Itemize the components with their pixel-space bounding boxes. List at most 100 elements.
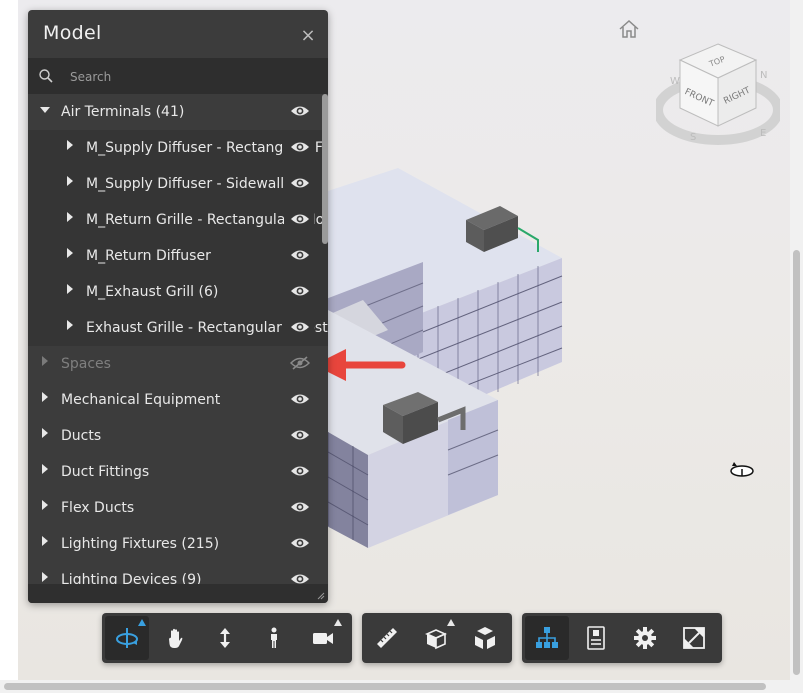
properties-button[interactable]	[574, 616, 618, 660]
tree-item-label: M_Return Diffuser	[86, 248, 211, 264]
eye-visible-icon[interactable]	[290, 248, 310, 262]
caret-right-icon[interactable]	[40, 490, 50, 526]
tree-child-item[interactable]: M_Exhaust Grill (6)	[28, 274, 328, 310]
caret-right-icon[interactable]	[40, 382, 50, 418]
caret-right-icon[interactable]	[40, 418, 50, 454]
orbit-button[interactable]	[105, 616, 149, 660]
model-browser-button[interactable]	[525, 616, 569, 660]
caret-right-icon[interactable]	[40, 526, 50, 562]
horizontal-scroll-thumb[interactable]	[4, 683, 766, 690]
model-browser-panel: Model × Air Terminals (41) M_Supply Diffu…	[28, 10, 328, 603]
tree-item-label: Ducts	[61, 428, 102, 444]
explode-cube-icon	[475, 627, 495, 649]
home-icon[interactable]	[618, 19, 640, 39]
fullscreen-button[interactable]	[672, 616, 716, 660]
eye-visible-icon[interactable]	[290, 284, 310, 298]
fullscreen-icon	[683, 627, 705, 649]
pan-button[interactable]	[154, 616, 198, 660]
eye-visible-icon[interactable]	[290, 320, 310, 334]
panel-header[interactable]: Model ×	[28, 10, 328, 58]
tree-item-label: M_Exhaust Grill (6)	[86, 284, 219, 300]
viewport-vertical-scrollbar[interactable]	[790, 0, 803, 680]
caret-right-icon[interactable]	[65, 130, 75, 166]
tree-child-item[interactable]: M_Return Grille - Rectangular - Hosted	[28, 202, 328, 238]
section-button[interactable]	[414, 616, 458, 660]
eye-visible-icon[interactable]	[290, 500, 310, 514]
camera-icon	[313, 633, 333, 644]
caret-right-icon[interactable]	[65, 310, 75, 346]
caret-right-icon[interactable]	[65, 274, 75, 310]
caret-right-icon[interactable]	[65, 166, 75, 202]
zoom-button[interactable]	[203, 616, 247, 660]
eye-visible-icon[interactable]	[290, 536, 310, 550]
tree-item-label: Flex Ducts	[61, 500, 135, 516]
tree-category-item[interactable]: Mechanical Equipment	[28, 382, 328, 418]
model-tools-toolbar	[362, 613, 512, 663]
caret-right-icon[interactable]	[65, 202, 75, 238]
panel-title: Model	[43, 22, 102, 44]
eye-visible-icon[interactable]	[290, 176, 310, 190]
caret-right-icon[interactable]	[40, 454, 50, 490]
tree-category-item[interactable]: Duct Fittings	[28, 454, 328, 490]
caret-right-icon[interactable]	[65, 238, 75, 274]
tree-category-item[interactable]: Lighting Devices (9)	[28, 562, 328, 584]
search-bar	[28, 58, 328, 94]
resize-grip-icon[interactable]	[317, 592, 325, 600]
eye-visible-icon[interactable]	[290, 140, 310, 154]
tree-scrollbar[interactable]	[322, 94, 328, 244]
tree-item-label: Lighting Fixtures (215)	[61, 536, 220, 552]
vertical-scroll-thumb[interactable]	[793, 250, 800, 675]
navigation-toolbar	[102, 613, 352, 663]
settings-button[interactable]	[623, 616, 667, 660]
tree-child-item[interactable]: M_Return Diffuser	[28, 238, 328, 274]
measure-button[interactable]	[365, 616, 409, 660]
compass-w-label: W	[670, 76, 680, 87]
tree-item-label: Mechanical Equipment	[61, 392, 221, 408]
section-box-icon	[425, 629, 447, 650]
flyout-indicator	[334, 619, 342, 626]
flyout-indicator	[138, 619, 146, 626]
tree-category-item[interactable]: Lighting Fixtures (215)	[28, 526, 328, 562]
first-person-icon	[271, 627, 277, 648]
tree-child-item[interactable]: Exhaust Grille - Rectangular - Hosted	[28, 310, 328, 346]
eye-visible-icon[interactable]	[290, 212, 310, 226]
viewcube[interactable]: TOP FRONT RIGHT W N S E	[656, 38, 780, 148]
tree-item-label: M_Supply Diffuser - Sidewall	[86, 176, 285, 192]
explode-button[interactable]	[463, 616, 507, 660]
measure-ruler-icon	[377, 628, 397, 648]
viewport-horizontal-scrollbar[interactable]	[0, 680, 803, 693]
first-person-button[interactable]	[252, 616, 296, 660]
tree-category-item[interactable]: Flex Ducts	[28, 490, 328, 526]
pan-hand-icon	[169, 628, 183, 648]
search-icon	[39, 69, 53, 83]
eye-visible-icon[interactable]	[290, 572, 310, 584]
eye-visible-icon[interactable]	[290, 104, 310, 118]
orbit-icon	[116, 628, 138, 648]
tree-item-label: Air Terminals (41)	[61, 104, 185, 120]
caret-right-icon[interactable]	[40, 562, 50, 584]
panel-footer	[28, 584, 328, 603]
orbit-cursor-icon	[730, 462, 754, 477]
search-input[interactable]	[68, 64, 322, 90]
compass-e-label: E	[760, 128, 766, 139]
zoom-arrows-icon	[220, 628, 230, 648]
tree-item-label: Duct Fittings	[61, 464, 150, 480]
eye-visible-icon[interactable]	[290, 428, 310, 442]
camera-button[interactable]	[301, 616, 345, 660]
tree-category-item[interactable]: Ducts	[28, 418, 328, 454]
tree-child-item[interactable]: M_Supply Diffuser - Rectangular Face	[28, 130, 328, 166]
eye-visible-icon[interactable]	[290, 392, 310, 406]
eye-hidden-icon[interactable]	[290, 356, 310, 370]
settings-gear-icon	[634, 627, 656, 649]
tree-child-item[interactable]: M_Supply Diffuser - Sidewall	[28, 166, 328, 202]
close-icon[interactable]: ×	[298, 26, 318, 46]
caret-down-icon[interactable]	[40, 94, 50, 130]
tree-category-item[interactable]: Air Terminals (41)	[28, 94, 328, 130]
tree-category-item[interactable]: Spaces	[28, 346, 328, 382]
properties-icon	[587, 626, 605, 650]
compass-n-label: N	[760, 70, 767, 81]
eye-visible-icon[interactable]	[290, 464, 310, 478]
model-tree: Air Terminals (41) M_Supply Diffuser - Re…	[28, 94, 328, 584]
model-browser-icon	[536, 627, 558, 648]
caret-right-icon[interactable]	[40, 346, 50, 382]
